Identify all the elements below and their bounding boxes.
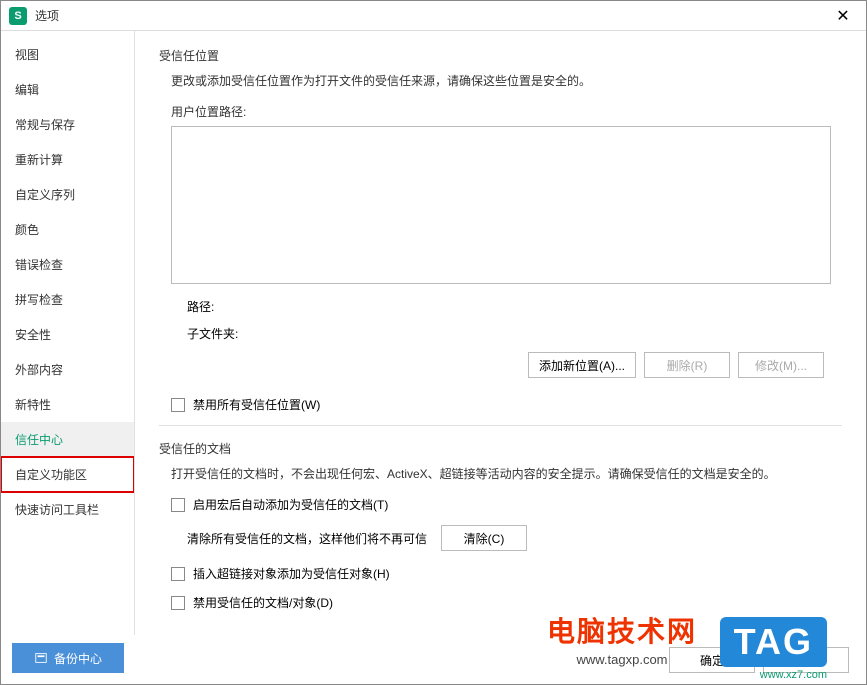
content-pane: 受信任位置 更改或添加受信任位置作为打开文件的受信任来源，请确保这些位置是安全的… <box>135 31 866 635</box>
modify-button: 修改(M)... <box>738 352 824 378</box>
trusted-location-desc: 更改或添加受信任位置作为打开文件的受信任来源，请确保这些位置是安全的。 <box>159 72 842 89</box>
trusted-docs-title: 受信任的文档 <box>159 440 842 457</box>
sidebar-item[interactable]: 重新计算 <box>1 142 134 177</box>
sidebar-item[interactable]: 编辑 <box>1 72 134 107</box>
titlebar: S 选项 ✕ <box>1 1 866 31</box>
sidebar-item[interactable]: 错误检查 <box>1 247 134 282</box>
hyperlink-label: 插入超链接对象添加为受信任对象(H) <box>193 565 390 582</box>
auto-add-checkbox[interactable] <box>171 498 185 512</box>
clear-button[interactable]: 清除(C) <box>441 525 527 551</box>
disable-all-checkbox[interactable] <box>171 398 185 412</box>
trusted-location-title: 受信任位置 <box>159 47 842 64</box>
sidebar-item[interactable]: 常规与保存 <box>1 107 134 142</box>
tech-text: 电脑技术网 <box>547 610 697 650</box>
sidebar-item[interactable]: 信任中心 <box>1 422 134 457</box>
sidebar-item[interactable]: 拼写检查 <box>1 282 134 317</box>
user-path-listbox[interactable] <box>171 126 831 284</box>
subfolder-label: 子文件夹: <box>187 325 267 342</box>
add-location-button[interactable]: 添加新位置(A)... <box>528 352 636 378</box>
disable-docs-checkbox[interactable] <box>171 596 185 610</box>
sidebar-item[interactable]: 自定义序列 <box>1 177 134 212</box>
tag-box: TAG <box>720 617 827 667</box>
close-icon[interactable]: ✕ <box>828 6 858 26</box>
sidebar-item[interactable]: 自定义功能区 <box>1 457 134 492</box>
remove-button: 删除(R) <box>644 352 730 378</box>
disable-docs-label: 禁用受信任的文档/对象(D) <box>193 594 333 611</box>
section-divider <box>159 425 842 426</box>
auto-add-label: 启用宏后自动添加为受信任的文档(T) <box>193 496 388 513</box>
watermark-tech: 电脑技术网 www.tagxp.com <box>547 610 697 667</box>
disable-all-label: 禁用所有受信任位置(W) <box>193 396 320 413</box>
window-title: 选项 <box>35 7 828 24</box>
sidebar: 视图编辑常规与保存重新计算自定义序列颜色错误检查拼写检查安全性外部内容新特性信任… <box>1 31 135 635</box>
sub-url: www.xz7.com <box>760 669 827 681</box>
path-label: 路径: <box>187 298 267 315</box>
user-path-label: 用户位置路径: <box>159 103 842 120</box>
trusted-docs-desc: 打开受信任的文档时，不会出现任何宏、ActiveX、超链接等活动内容的安全提示。… <box>159 465 842 482</box>
sidebar-item[interactable]: 视图 <box>1 37 134 72</box>
sidebar-item[interactable]: 快速访问工具栏 <box>1 492 134 527</box>
sidebar-item[interactable]: 新特性 <box>1 387 134 422</box>
sidebar-item[interactable]: 外部内容 <box>1 352 134 387</box>
watermark-tag: TAG <box>720 617 827 667</box>
sidebar-item[interactable]: 安全性 <box>1 317 134 352</box>
url-text: www.tagxp.com <box>547 652 697 667</box>
sidebar-item[interactable]: 颜色 <box>1 212 134 247</box>
clear-desc: 清除所有受信任的文档，这样他们将不再可信 <box>187 530 427 547</box>
app-icon: S <box>9 7 27 25</box>
hyperlink-checkbox[interactable] <box>171 567 185 581</box>
